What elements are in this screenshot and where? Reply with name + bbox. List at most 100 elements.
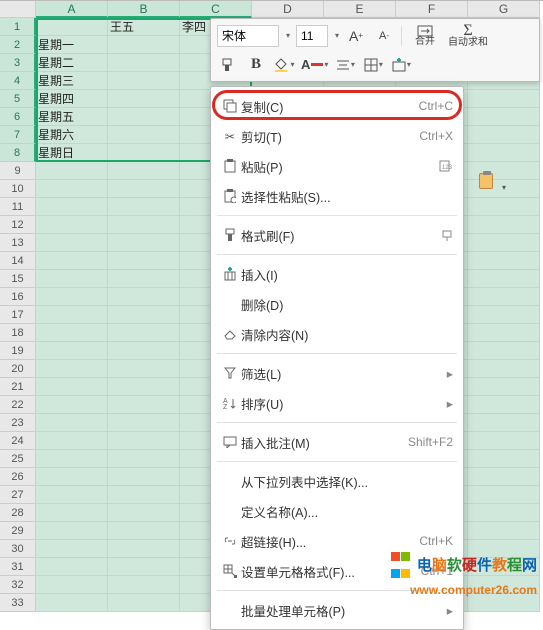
cell[interactable] [468,306,540,324]
menu-delete[interactable]: 删除(D) [211,289,463,319]
menu-insert[interactable]: 插入(I) [211,259,463,289]
row-header[interactable]: 13 [0,234,36,252]
increase-font-button[interactable]: A+ [345,25,367,47]
cell[interactable] [36,270,108,288]
row-header[interactable]: 12 [0,216,36,234]
cell[interactable] [36,576,108,594]
cell[interactable] [468,360,540,378]
row-header[interactable]: 19 [0,342,36,360]
format-painter-pin-icon[interactable] [431,229,453,241]
font-size-dropdown-icon[interactable]: ▾ [335,31,339,40]
cell[interactable] [108,36,180,54]
cell[interactable] [468,198,540,216]
cell[interactable] [108,360,180,378]
cell[interactable] [36,162,108,180]
cell[interactable] [36,234,108,252]
row-header[interactable]: 28 [0,504,36,522]
cell[interactable] [108,126,180,144]
cell[interactable] [108,468,180,486]
cell[interactable] [108,216,180,234]
cell[interactable] [108,270,180,288]
cell[interactable] [36,522,108,540]
cell[interactable] [468,468,540,486]
col-header-D[interactable]: D [252,1,324,18]
cell[interactable] [108,486,180,504]
row-header[interactable]: 10 [0,180,36,198]
cell[interactable] [36,450,108,468]
cell[interactable] [36,414,108,432]
cell[interactable] [36,18,108,36]
cell[interactable] [36,252,108,270]
menu-clear[interactable]: 清除内容(N) [211,319,463,349]
row-header[interactable]: 1 [0,18,36,36]
cell[interactable] [36,378,108,396]
cell[interactable] [108,198,180,216]
col-header-C[interactable]: C [180,1,252,18]
row-header[interactable]: 24 [0,432,36,450]
cell[interactable] [36,180,108,198]
row-header[interactable]: 3 [0,54,36,72]
cell[interactable] [108,378,180,396]
row-header[interactable]: 17 [0,306,36,324]
format-painter-button[interactable] [217,54,239,76]
cell[interactable] [108,594,180,612]
cell[interactable] [468,522,540,540]
cell[interactable]: 王五 [108,18,180,36]
align-button[interactable]: ▾ [334,54,356,76]
cell[interactable] [468,432,540,450]
row-header[interactable]: 14 [0,252,36,270]
cell[interactable] [468,450,540,468]
cell[interactable]: 星期三 [36,72,108,90]
cell[interactable]: 星期四 [36,90,108,108]
row-header[interactable]: 33 [0,594,36,612]
cell[interactable] [468,288,540,306]
row-header[interactable]: 11 [0,198,36,216]
col-header-B[interactable]: B [108,1,180,18]
row-header[interactable]: 25 [0,450,36,468]
menu-define-name[interactable]: 定义名称(A)... [211,496,463,526]
menu-insert-comment[interactable]: 插入批注(M) Shift+F2 [211,427,463,457]
cell[interactable] [108,324,180,342]
cell[interactable] [108,234,180,252]
cell[interactable] [468,234,540,252]
cell[interactable] [108,306,180,324]
menu-filter[interactable]: 筛选(L) ▸ [211,358,463,388]
col-header-E[interactable]: E [324,1,396,18]
row-header[interactable]: 4 [0,72,36,90]
cell[interactable] [36,540,108,558]
row-header[interactable]: 16 [0,288,36,306]
row-header[interactable]: 15 [0,270,36,288]
cell[interactable] [36,468,108,486]
cell[interactable] [468,342,540,360]
font-family-input[interactable] [217,25,279,47]
cell[interactable] [36,360,108,378]
cell[interactable]: 星期六 [36,126,108,144]
row-header[interactable]: 26 [0,468,36,486]
cell[interactable] [108,288,180,306]
row-header[interactable]: 23 [0,414,36,432]
cell[interactable] [36,216,108,234]
cell[interactable] [108,540,180,558]
cell[interactable] [468,486,540,504]
cell[interactable] [36,198,108,216]
menu-batch-cells[interactable]: 批量处理单元格(P) ▸ [211,595,463,625]
select-all-corner[interactable] [0,1,36,18]
cell[interactable] [36,594,108,612]
cell[interactable] [36,396,108,414]
cell[interactable] [468,108,540,126]
borders-button[interactable]: ▾ [362,54,384,76]
cell[interactable] [36,306,108,324]
row-header[interactable]: 2 [0,36,36,54]
cell[interactable] [468,414,540,432]
cell[interactable] [108,558,180,576]
cell[interactable] [108,396,180,414]
cell[interactable] [108,414,180,432]
cell[interactable] [468,324,540,342]
menu-paste-special[interactable]: 选择性粘贴(S)... [211,181,463,211]
cell[interactable] [108,504,180,522]
menu-sort[interactable]: AZ 排序(U) ▸ [211,388,463,418]
cell[interactable] [108,432,180,450]
cell[interactable] [468,270,540,288]
cell[interactable] [108,342,180,360]
bold-button[interactable]: B [245,54,267,76]
